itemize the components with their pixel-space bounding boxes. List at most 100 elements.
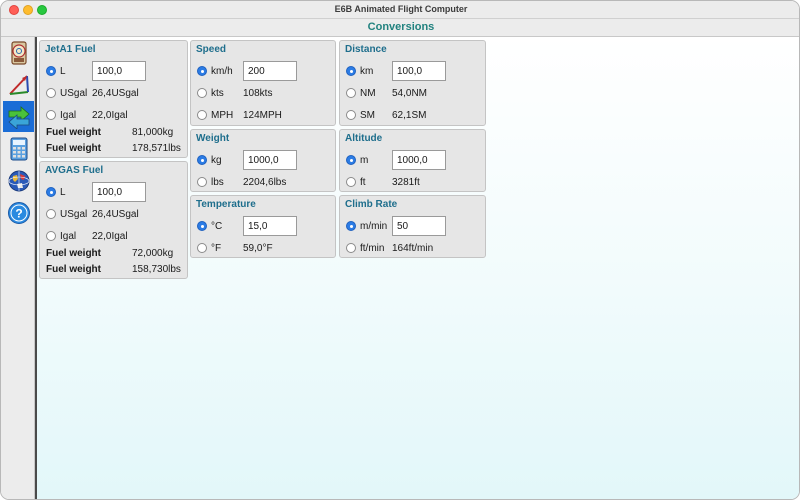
panel-title: Weight [196, 133, 230, 144]
converted-value: 59,0°F [243, 243, 273, 254]
globe-icon [8, 170, 29, 191]
sidebar-item-help[interactable]: ? [5, 199, 32, 226]
radio-button[interactable] [197, 243, 207, 253]
converted-value: 22,0Igal [92, 110, 128, 121]
distance-row-sm: SM 62,1SM [340, 107, 487, 127]
unit-label: SM [360, 110, 375, 121]
conversion-arrows-icon [7, 105, 30, 129]
jeta1-row-igal: Igal 22,0Igal [40, 107, 189, 127]
altitude-m-input[interactable] [392, 150, 446, 170]
sidebar-item-world-time[interactable] [5, 167, 32, 194]
radio-button[interactable] [197, 88, 207, 98]
speed-kmh-input[interactable] [243, 61, 297, 81]
panel-title: Temperature [196, 199, 256, 210]
unit-label: km [360, 66, 374, 77]
fuel-weight-label: Fuel weight [46, 143, 101, 154]
unit-label: USgal [60, 88, 88, 99]
panel-title: Climb Rate [345, 199, 398, 210]
sidebar-item-wind-triangle[interactable] [5, 71, 32, 98]
radio-button[interactable] [346, 221, 356, 231]
unit-label: kts [211, 88, 224, 99]
radio-button[interactable] [197, 221, 207, 231]
temperature-row-c: °C [191, 216, 337, 238]
radio-button[interactable] [197, 66, 207, 76]
distance-row-km: km [340, 61, 487, 83]
radio-button[interactable] [46, 209, 56, 219]
altitude-row-ft: ft 3281ft [340, 174, 487, 194]
panel-title: Speed [196, 44, 227, 55]
unit-label: L [60, 66, 66, 77]
unit-label: m/min [360, 221, 388, 232]
unit-label: Igal [60, 110, 77, 121]
avgas-liters-input[interactable] [92, 182, 146, 202]
unit-label: ft [360, 177, 366, 188]
help-icon: ? [7, 201, 30, 224]
jeta1-fuel-weight-lbs-row: Fuel weight 178,571lbs [40, 141, 189, 161]
panel-title: Altitude [345, 133, 383, 144]
converted-value: 3281ft [392, 177, 420, 188]
radio-button[interactable] [346, 66, 356, 76]
jeta1-row-l: L [40, 61, 189, 83]
title-bar: E6B Animated Flight Computer [1, 1, 799, 19]
sidebar-item-calculator[interactable] [5, 135, 32, 162]
avgas-fuel-panel: AVGAS Fuel L USgal 26,4USgal Igal 22,0Ig… [39, 161, 188, 279]
temperature-panel: Temperature °C °F 59,0°F [190, 195, 336, 258]
page-header: Conversions [1, 19, 799, 37]
page-title: Conversions [367, 21, 435, 33]
unit-label: L [60, 187, 66, 198]
window-title: E6B Animated Flight Computer [334, 4, 468, 14]
temperature-c-input[interactable] [243, 216, 297, 236]
radio-button[interactable] [46, 187, 56, 197]
triangle-vector-icon [8, 74, 29, 95]
fuel-weight-value: 158,730lbs [132, 264, 181, 275]
radio-button[interactable] [346, 155, 356, 165]
radio-button[interactable] [346, 177, 356, 187]
distance-km-input[interactable] [392, 61, 446, 81]
radio-button[interactable] [346, 88, 356, 98]
radio-button[interactable] [197, 155, 207, 165]
app-window: E6B Animated Flight Computer Conversions [0, 0, 800, 500]
unit-label: km/h [211, 66, 233, 77]
jeta1-row-usgal: USgal 26,4USgal [40, 85, 189, 105]
radio-button[interactable] [46, 110, 56, 120]
converted-value: 2204,6lbs [243, 177, 287, 188]
converted-value: 26,4USgal [92, 209, 139, 220]
jeta1-liters-input[interactable] [92, 61, 146, 81]
converted-value: 62,1SM [392, 110, 427, 121]
altitude-row-m: m [340, 150, 487, 172]
main-content: JetA1 Fuel L USgal 26,4USgal Igal 22,0Ig… [35, 37, 799, 499]
unit-label: ft/min [360, 243, 385, 254]
unit-label: lbs [211, 177, 224, 188]
temperature-row-f: °F 59,0°F [191, 240, 337, 260]
radio-button[interactable] [197, 177, 207, 187]
radio-button[interactable] [197, 110, 207, 120]
radio-button[interactable] [346, 110, 356, 120]
sidebar-item-e6b-computer[interactable] [5, 39, 32, 66]
radio-button[interactable] [46, 231, 56, 241]
jeta1-fuel-panel: JetA1 Fuel L USgal 26,4USgal Igal 22,0Ig… [39, 40, 188, 158]
weight-kg-input[interactable] [243, 150, 297, 170]
sidebar-item-conversions[interactable] [3, 101, 34, 132]
speed-panel: Speed km/h kts 108kts MPH 124MPH [190, 40, 336, 126]
converted-value: 22,0Igal [92, 231, 128, 242]
e6b-computer-icon [10, 40, 27, 65]
converted-value: 26,4USgal [92, 88, 139, 99]
avgas-row-usgal: USgal 26,4USgal [40, 206, 189, 226]
unit-label: °C [211, 221, 223, 232]
unit-label: Igal [60, 231, 77, 242]
unit-label: kg [211, 155, 222, 166]
radio-button[interactable] [346, 243, 356, 253]
radio-button[interactable] [46, 88, 56, 98]
climb-rate-row-ft-min: ft/min 164ft/min [340, 240, 487, 260]
speed-row-kts: kts 108kts [191, 85, 337, 105]
climb-rate-m-min-input[interactable] [392, 216, 446, 236]
fuel-weight-label: Fuel weight [46, 248, 101, 259]
fuel-weight-value: 72,000kg [132, 248, 174, 259]
fuel-weight-label: Fuel weight [46, 127, 101, 138]
speed-row-mph: MPH 124MPH [191, 107, 337, 127]
distance-row-nm: NM 54,0NM [340, 85, 487, 105]
weight-row-lbs: lbs 2204,6lbs [191, 174, 337, 194]
radio-button[interactable] [46, 66, 56, 76]
unit-label: MPH [211, 110, 234, 121]
fuel-weight-label: Fuel weight [46, 264, 101, 275]
